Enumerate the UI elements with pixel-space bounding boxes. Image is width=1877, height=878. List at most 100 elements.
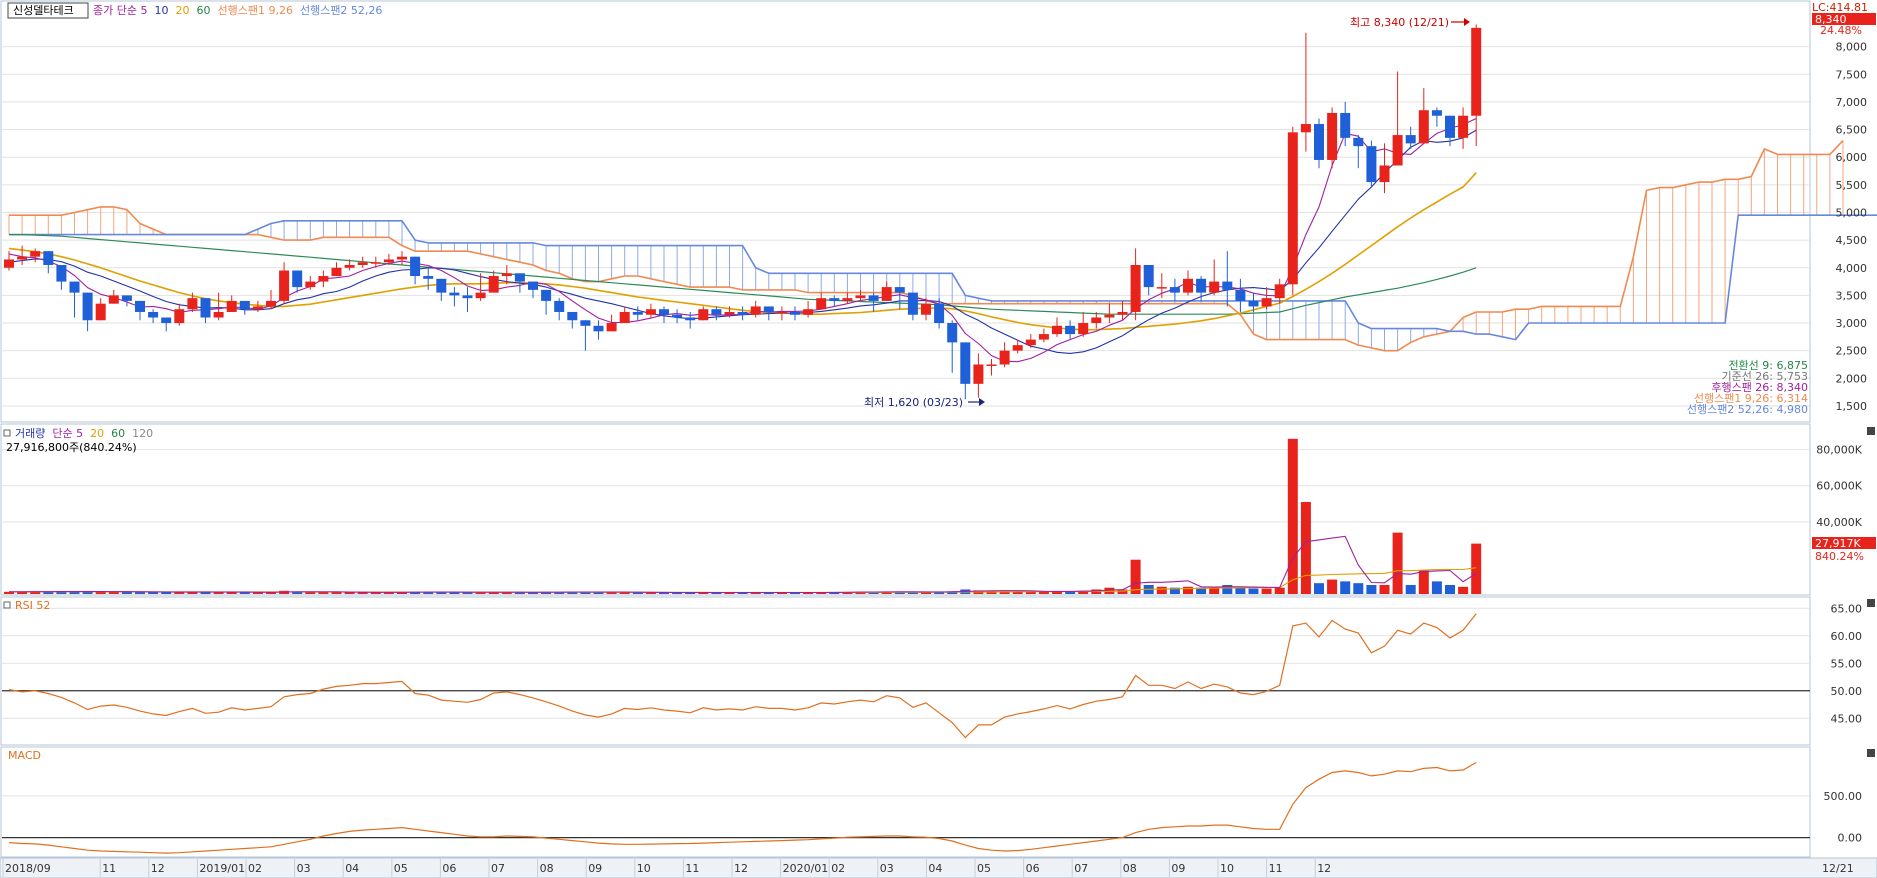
candle-body — [1117, 311, 1128, 315]
candle-body — [1196, 278, 1207, 293]
rsi-panel[interactable]: 45.00 50.00 55.00 60.00 65.00 — [0, 596, 1863, 746]
volume-tag-change: 840.24% — [1815, 550, 1864, 563]
candle-body — [659, 309, 669, 315]
rsi-tick-label: 65.00 — [1831, 602, 1863, 615]
candle-body — [894, 287, 905, 293]
candle-body — [148, 311, 159, 318]
volume-bar — [1366, 584, 1377, 594]
volume-bar — [1471, 543, 1482, 594]
price-panel-frame — [0, 0, 1811, 423]
candle-body — [1052, 325, 1062, 335]
rsi-scroll-handle[interactable] — [1867, 599, 1875, 607]
volume-tick-label: 60,000K — [1816, 480, 1862, 493]
candle-body — [1143, 264, 1154, 288]
price-tick-label: 3,500 — [1836, 289, 1868, 302]
candle-body — [593, 325, 604, 332]
candle-body — [1431, 110, 1442, 116]
x-tick-label: 09 — [588, 862, 602, 875]
volume-legend-item: 단순 5 — [52, 427, 83, 440]
candle-body — [790, 311, 800, 315]
volume-bar — [1287, 438, 1298, 594]
candle-body — [305, 281, 316, 288]
candle-body — [1353, 137, 1364, 147]
volume-bar — [1130, 559, 1141, 594]
candle — [1366, 140, 1377, 188]
candle-body — [541, 289, 552, 301]
candle-body — [1025, 339, 1036, 346]
candle-body — [580, 320, 591, 326]
price-legend-item: 선행스팬2 52,26 — [300, 4, 382, 17]
candle-body — [331, 267, 342, 277]
volume-bar — [1274, 587, 1285, 594]
candle-body — [724, 311, 735, 315]
candle-body — [370, 262, 381, 264]
price-panel[interactable]: 1,500 2,000 2,500 3,000 3,500 4,000 4,500 5,000… — [0, 0, 1877, 423]
candle-body — [737, 311, 748, 315]
rsi-panel-frame — [0, 596, 1811, 746]
candle-body — [698, 309, 709, 321]
rsi-panel-icon[interactable] — [3, 601, 11, 609]
volume-panel-icon[interactable] — [3, 429, 11, 437]
candle-body — [632, 311, 643, 315]
price-tick-label: 5,000 — [1836, 206, 1868, 219]
candle-body — [750, 306, 761, 315]
volume-legend-item: 거래량 — [15, 427, 45, 440]
candle-body — [174, 309, 185, 324]
candle-body — [357, 262, 368, 265]
stock-chart: 1,500 2,000 2,500 3,000 3,500 4,000 4,500 5,000… — [0, 0, 1877, 878]
candle-body — [514, 273, 525, 282]
candle-body — [501, 273, 512, 277]
candle-body — [475, 292, 486, 299]
price-legend-item: 10 — [154, 4, 168, 17]
price-tick-label: 4,000 — [1836, 262, 1868, 275]
candle-body — [344, 264, 355, 268]
candle-body — [292, 270, 303, 288]
candle-body — [1418, 110, 1429, 144]
volume-bar — [1445, 584, 1455, 594]
x-tick-label: 11 — [685, 862, 699, 875]
candle-body — [842, 298, 853, 301]
candle-body — [239, 300, 250, 310]
macd-panel[interactable]: 0.00 500.00 — [0, 746, 1862, 858]
x-tick-label: 05 — [977, 862, 991, 875]
rsi-tick-label: 45.00 — [1831, 712, 1863, 725]
volume-scroll-handle[interactable] — [1867, 427, 1875, 435]
price-legend-item: 종가 단순 5 — [93, 4, 147, 17]
x-tick-label: 02 — [248, 862, 262, 875]
volume-tag-value: 27,917K — [1815, 537, 1861, 550]
candle-body — [1209, 281, 1220, 293]
candle-body — [462, 295, 473, 299]
candle-body — [554, 300, 565, 312]
candle-body — [685, 317, 696, 321]
volume-y-axis: 40,000K 60,000K 80,000K — [1816, 444, 1862, 529]
candle-body — [1274, 284, 1285, 299]
volume-bar — [1156, 586, 1167, 594]
candle-body — [606, 323, 617, 332]
volume-bar — [121, 592, 132, 594]
candle-body — [1392, 135, 1403, 166]
candle-body — [1169, 287, 1180, 293]
candle-body — [488, 276, 499, 293]
candle-body — [226, 300, 237, 312]
macd-scroll-handle[interactable] — [1867, 749, 1875, 757]
x-tick-label: 05 — [394, 862, 408, 875]
candle-body — [200, 298, 211, 318]
candle-body — [816, 298, 827, 310]
candle-body — [1471, 27, 1482, 116]
candle-body — [1235, 289, 1246, 301]
candle-body — [1248, 300, 1259, 307]
price-tag-change: 24.48% — [1820, 24, 1862, 37]
candle-body — [121, 295, 132, 301]
x-tick-label: 04 — [345, 862, 359, 875]
price-tick-label: 3,000 — [1836, 317, 1868, 330]
volume-bar — [1300, 501, 1311, 594]
candle-body — [4, 259, 14, 268]
candle-body — [1340, 112, 1351, 138]
volume-panel[interactable]: 40,000K 60,000K 80,000K — [0, 423, 1863, 596]
candle — [1287, 126, 1298, 296]
candle-body — [56, 264, 67, 282]
candle-body — [672, 314, 683, 318]
candle-body — [1287, 132, 1298, 285]
candle-body — [1012, 345, 1023, 351]
volume-tick-label: 40,000K — [1816, 516, 1862, 529]
